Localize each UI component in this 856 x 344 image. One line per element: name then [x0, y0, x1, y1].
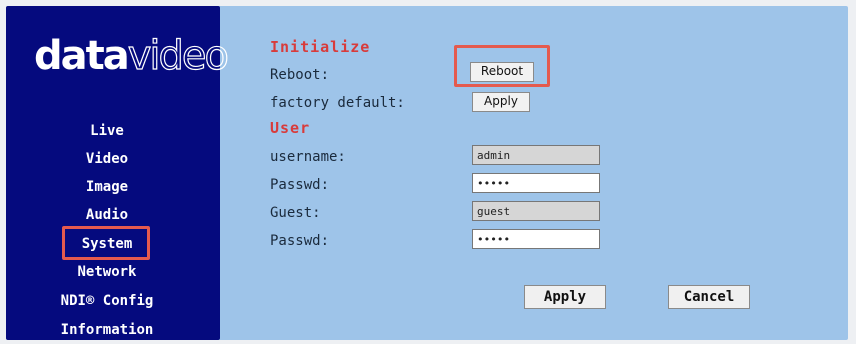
username-field[interactable] [472, 145, 600, 165]
username-label: username: [270, 149, 346, 165]
factory-default-apply-button[interactable]: Apply [472, 92, 530, 112]
sidebar-item-network[interactable]: Network [0, 263, 214, 281]
reboot-label: Reboot: [270, 67, 330, 83]
section-title-user: User [270, 119, 311, 137]
cancel-button[interactable]: Cancel [668, 285, 750, 309]
reboot-button[interactable]: Reboot [470, 62, 534, 82]
sidebar-item-live[interactable]: Live [0, 122, 214, 140]
apply-button[interactable]: Apply [524, 285, 606, 309]
sidebar-item-ndi-config[interactable]: NDI® Config [0, 292, 214, 310]
sidebar-item-information[interactable]: Information [0, 321, 214, 339]
guest-password-field[interactable] [472, 229, 600, 249]
password-field[interactable] [472, 173, 600, 193]
guest-label: Guest: [270, 205, 321, 221]
sidebar-item-audio[interactable]: Audio [0, 206, 214, 224]
sidebar: datavideo [6, 6, 230, 340]
passwd-label: Passwd: [270, 177, 330, 193]
sidebar-item-video[interactable]: Video [0, 150, 214, 168]
guest-passwd-label: Passwd: [270, 233, 330, 249]
sidebar-item-image[interactable]: Image [0, 178, 214, 196]
system-highlight-box [62, 226, 150, 260]
section-title-initialize: Initialize [270, 38, 371, 56]
factory-default-label: factory default: [270, 95, 405, 111]
guest-field[interactable] [472, 201, 600, 221]
datavideo-logo: datavideo [34, 33, 230, 79]
